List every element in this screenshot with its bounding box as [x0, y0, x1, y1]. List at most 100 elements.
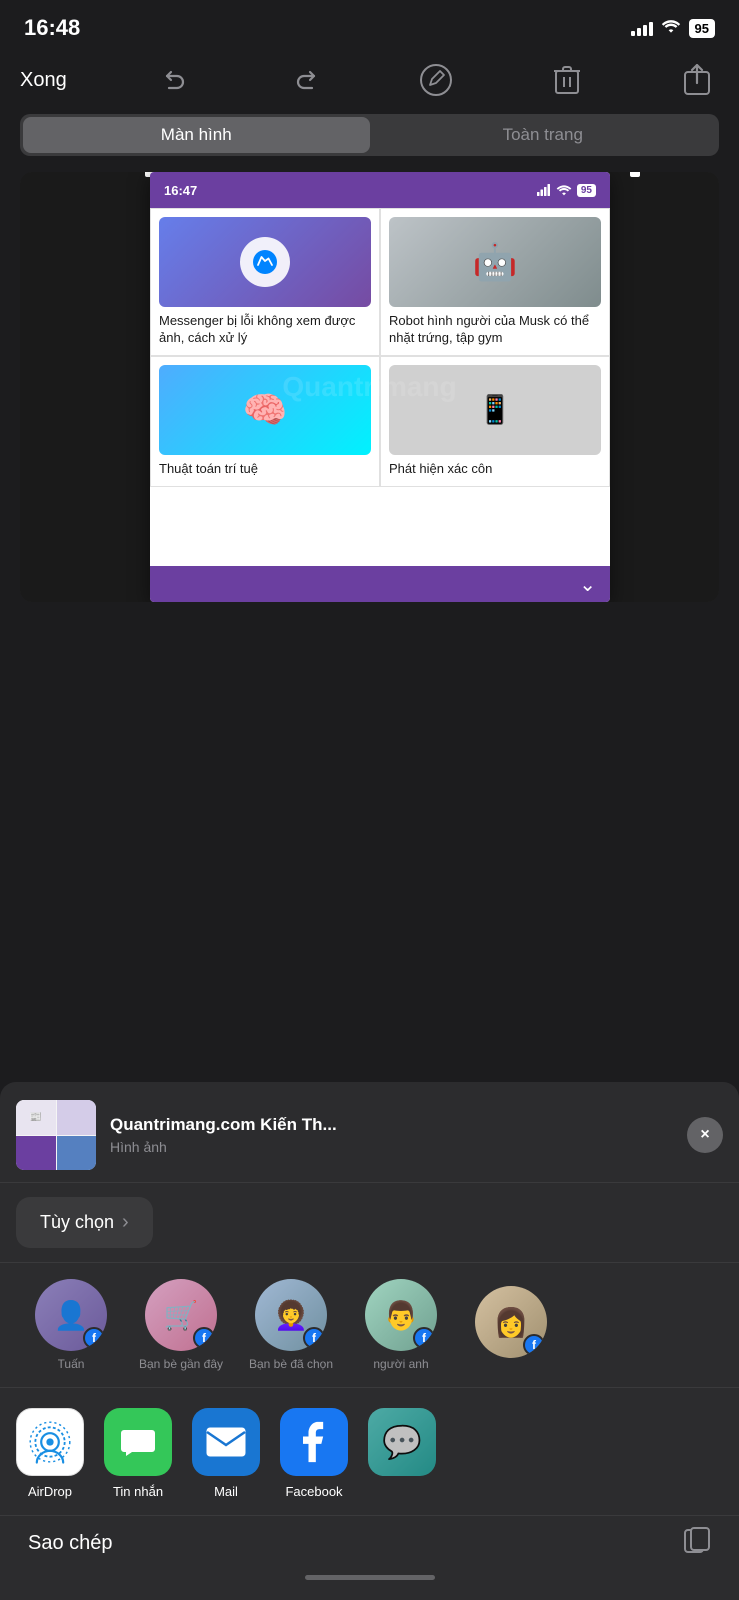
share-sheet: 📰 Quantrimang.com Kiến Th... Hình ảnh × … — [0, 1082, 739, 1600]
share-info: Quantrimang.com Kiến Th... Hình ảnh — [110, 1115, 673, 1155]
contact-item-5[interactable]: 👩 f — [456, 1286, 566, 1364]
contact-item-2[interactable]: 🛒 f Bạn bè gần đây — [126, 1279, 236, 1371]
contact-avatar-2: 🛒 f — [145, 1279, 217, 1351]
news-thumb-2: 🤖 — [389, 217, 601, 307]
share-subtitle: Hình ảnh — [110, 1139, 673, 1155]
app-label-messages: Tin nhắn — [113, 1484, 163, 1499]
facebook-badge-icon-2: f — [202, 1331, 206, 1345]
app-icon-partial: 💬 — [368, 1408, 436, 1499]
facebook-badge-icon-5: f — [532, 1338, 536, 1352]
news-thumb-3: 🧠 — [159, 365, 371, 455]
contact-item-1[interactable]: 👤 f Tuấn — [16, 1279, 126, 1371]
toolbar: Xong — [0, 50, 739, 110]
segment-manhinh[interactable]: Màn hình — [23, 117, 370, 153]
thumb-cell-3 — [16, 1136, 56, 1171]
facebook-badge-icon-4: f — [422, 1331, 426, 1345]
mail-icon — [205, 1426, 247, 1458]
home-indicator — [305, 1575, 435, 1580]
contact-name-1: Tuấn — [58, 1357, 85, 1371]
news-title-4: Phát hiện xác côn — [389, 461, 601, 478]
options-row: Tùy chọn › — [0, 1183, 739, 1263]
news-item-2: 🤖 Robot hình người của Musk có thể nhặt … — [380, 208, 610, 356]
contact-item-4[interactable]: 👨 f người anh — [346, 1279, 456, 1371]
share-thumb-grid: 📰 — [16, 1100, 96, 1170]
app-icon-mail[interactable]: Mail — [192, 1408, 260, 1499]
share-title: Quantrimang.com Kiến Th... — [110, 1115, 673, 1135]
app-icon-airdrop[interactable]: AirDrop — [16, 1408, 84, 1499]
share-header: 📰 Quantrimang.com Kiến Th... Hình ảnh × — [0, 1082, 739, 1183]
segment-toantrang[interactable]: Toàn trang — [370, 117, 717, 153]
thumb-cell-4 — [57, 1136, 97, 1171]
more-icon — [683, 1526, 711, 1561]
facebook-icon-wrap — [280, 1408, 348, 1476]
contact-item-3[interactable]: 👩‍🦱 f Bạn bè đã chọn — [236, 1279, 346, 1371]
done-button[interactable]: Xong — [20, 58, 67, 102]
contact-name-4: người anh — [373, 1357, 428, 1371]
news-grid: Messenger bị lỗi không xem được ảnh, các… — [150, 208, 610, 487]
contact-badge-2: f — [193, 1327, 215, 1349]
chevron-down-icon: ⌄ — [579, 572, 596, 597]
app-label-mail: Mail — [214, 1484, 238, 1499]
news-item-3: 🧠 Thuật toán trí tuệ — [150, 356, 380, 487]
options-label: Tùy chọn — [40, 1212, 114, 1233]
delete-button[interactable] — [545, 58, 589, 102]
messages-icon — [118, 1422, 158, 1462]
news-title-2: Robot hình người của Musk có thể nhặt tr… — [389, 313, 601, 347]
app-icon-messages[interactable]: Tin nhắn — [104, 1408, 172, 1499]
thumb-cell-1: 📰 — [16, 1100, 56, 1135]
inner-time: 16:47 — [164, 183, 197, 198]
facebook-icon — [300, 1420, 328, 1464]
thumb-cell-2 — [57, 1100, 97, 1135]
contact-badge-1: f — [83, 1327, 105, 1349]
share-button[interactable] — [675, 58, 719, 102]
airdrop-icon — [28, 1420, 72, 1464]
facebook-badge-icon-3: f — [312, 1331, 316, 1345]
contact-badge-5: f — [523, 1334, 545, 1356]
inner-status-icons: 95 — [537, 184, 596, 197]
contact-name-3: Bạn bè đã chọn — [249, 1357, 333, 1371]
copy-label: Sao chép — [28, 1532, 113, 1555]
options-button[interactable]: Tùy chọn › — [16, 1197, 153, 1248]
mail-icon-wrap — [192, 1408, 260, 1476]
news-title-3: Thuật toán trí tuệ — [159, 461, 371, 478]
facebook-badge-icon: f — [92, 1331, 96, 1345]
redo-button[interactable] — [284, 58, 328, 102]
app-label-airdrop: AirDrop — [28, 1484, 72, 1499]
news-title-1: Messenger bị lỗi không xem được ảnh, các… — [159, 313, 371, 347]
partial-icon-wrap: 💬 — [368, 1408, 436, 1476]
inner-battery: 95 — [577, 184, 596, 197]
status-icons: 95 — [631, 18, 715, 39]
segment-control: Màn hình Toàn trang — [20, 114, 719, 156]
preview-area: 16:47 95 — [20, 172, 719, 602]
options-chevron-icon: › — [122, 1211, 129, 1234]
contact-avatar-4: 👨 f — [365, 1279, 437, 1351]
inner-screenshot: 16:47 95 — [150, 172, 610, 602]
contact-avatar-3: 👩‍🦱 f — [255, 1279, 327, 1351]
wifi-icon — [661, 18, 681, 39]
status-bar: 16:48 95 — [0, 0, 739, 50]
battery-indicator: 95 — [689, 19, 715, 38]
contact-name-2: Bạn bè gần đây — [139, 1357, 223, 1371]
contact-badge-3: f — [303, 1327, 325, 1349]
news-item-1: Messenger bị lỗi không xem được ảnh, các… — [150, 208, 380, 356]
app-icons-row: AirDrop Tin nhắn Mail — [0, 1388, 739, 1516]
app-icon-facebook[interactable]: Facebook — [280, 1408, 348, 1499]
markup-button[interactable] — [414, 58, 458, 102]
handle-topright[interactable] — [630, 172, 640, 177]
bottom-bar: Sao chép — [0, 1516, 739, 1600]
news-thumb-4: 📱 — [389, 365, 601, 455]
share-close-button[interactable]: × — [687, 1117, 723, 1153]
inner-status-bar: 16:47 95 — [150, 172, 610, 208]
messages-icon-wrap — [104, 1408, 172, 1476]
contact-badge-4: f — [413, 1327, 435, 1349]
contact-avatar-5: 👩 f — [475, 1286, 547, 1358]
app-label-facebook: Facebook — [285, 1484, 342, 1499]
signal-icon — [631, 20, 653, 36]
undo-button[interactable] — [153, 58, 197, 102]
contact-row: 👤 f Tuấn 🛒 f Bạn bè gần đây — [0, 1263, 739, 1388]
share-thumbnail: 📰 — [16, 1100, 96, 1170]
status-time: 16:48 — [24, 15, 80, 41]
news-item-4: 📱 Phát hiện xác côn — [380, 356, 610, 487]
news-thumb-1 — [159, 217, 371, 307]
contact-avatar-1: 👤 f — [35, 1279, 107, 1351]
